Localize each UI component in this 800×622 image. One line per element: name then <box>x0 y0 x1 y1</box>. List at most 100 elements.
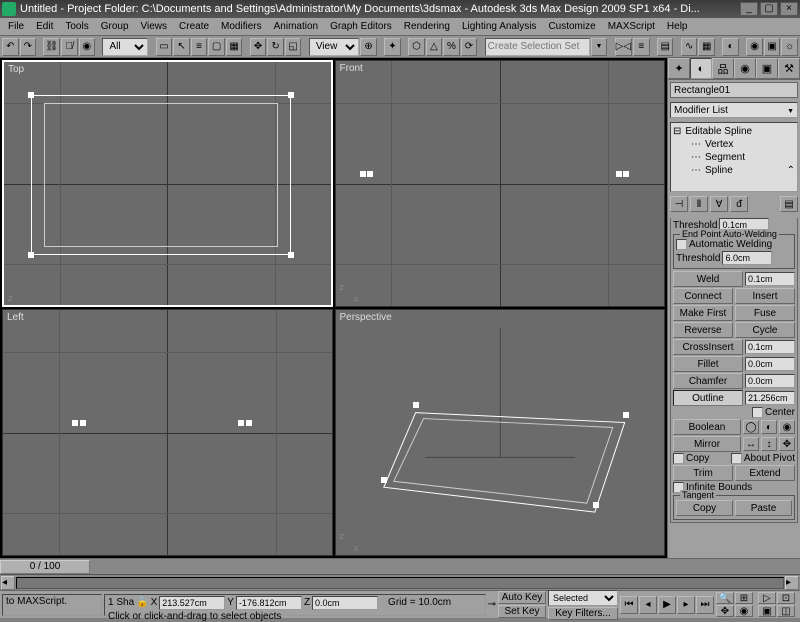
modifier-list-dropdown[interactable]: Modifier List <box>670 102 798 118</box>
mirror-tool-button[interactable]: ▷◁ <box>615 38 632 56</box>
percent-snap-button[interactable]: % <box>443 38 460 56</box>
named-selection-input[interactable] <box>485 38 590 56</box>
tab-motion[interactable]: ◉ <box>734 58 756 79</box>
tab-create[interactable]: ✦ <box>668 58 690 79</box>
fillet-spinner[interactable]: 0.0cm <box>745 357 795 371</box>
viewport-left[interactable]: Left <box>2 309 333 556</box>
mirror-h-icon[interactable]: ↔ <box>743 437 759 451</box>
tangent-paste-button[interactable]: Paste <box>735 500 792 516</box>
weld-button[interactable]: Weld <box>673 271 743 287</box>
configure-button[interactable]: ▤ <box>780 196 798 212</box>
center-checkbox[interactable] <box>752 407 763 418</box>
set-key-button[interactable]: Set Key <box>498 605 546 618</box>
outline-button[interactable]: Outline <box>673 390 743 406</box>
refcoord-dropdown[interactable]: View <box>309 38 359 56</box>
lock-icon[interactable]: 🔒 <box>136 597 148 608</box>
makefirst-button[interactable]: Make First <box>673 305 733 321</box>
rotate-button[interactable]: ↻ <box>267 38 284 56</box>
menu-modifiers[interactable]: Modifiers <box>215 19 268 34</box>
menu-group[interactable]: Group <box>95 19 135 34</box>
menu-maxscript[interactable]: MAXScript <box>602 19 661 34</box>
cross-spinner[interactable]: 0.1cm <box>745 340 795 354</box>
fillet-button[interactable]: Fillet <box>673 356 743 372</box>
layer-dropdown[interactable]: All <box>102 38 148 56</box>
quick-render-button[interactable]: ☼ <box>781 38 798 56</box>
show-result-button[interactable]: Ⅱ <box>690 196 708 212</box>
outline-spinner[interactable]: 21.256cm <box>745 391 795 405</box>
reverse-button[interactable]: Reverse <box>673 322 733 338</box>
unlink-button[interactable]: ⛓̸ <box>61 38 78 56</box>
spinner-snap-button[interactable]: ⟳ <box>461 38 478 56</box>
nav-zoom-button[interactable]: 🔍 <box>716 592 734 604</box>
goto-end-button[interactable]: ⏭ <box>696 596 714 614</box>
copy-checkbox[interactable] <box>673 453 684 464</box>
select-button[interactable]: ▭ <box>156 38 173 56</box>
auto-key-button[interactable]: Auto Key <box>498 591 546 604</box>
center-button[interactable]: ⊕ <box>360 38 377 56</box>
nav-maximize-button[interactable]: ▣ <box>758 605 776 617</box>
nav-fov-button[interactable]: ▷ <box>758 592 776 604</box>
layers-button[interactable]: ▤ <box>657 38 674 56</box>
viewport-perspective[interactable]: Perspective zx <box>335 309 666 556</box>
menu-animation[interactable]: Animation <box>268 19 324 34</box>
bool-union-icon[interactable]: ◯ <box>743 420 759 434</box>
cycle-button[interactable]: Cycle <box>735 322 795 338</box>
move-button[interactable]: ✥ <box>250 38 267 56</box>
schematic-button[interactable]: ▦ <box>698 38 715 56</box>
play-button[interactable]: ▶ <box>658 596 676 614</box>
maximize-button[interactable]: ▢ <box>760 2 778 16</box>
auto-weld-checkbox[interactable] <box>676 239 687 250</box>
byname-button[interactable]: ≡ <box>191 38 208 56</box>
viewport-front[interactable]: Front zx <box>335 60 666 307</box>
key-mode-dropdown[interactable]: Selected <box>548 590 618 606</box>
scale-button[interactable]: ◱ <box>285 38 302 56</box>
modifier-stack[interactable]: ⊟Editable Spline ⋯ Vertex ⋯ Segment ⋯ Sp… <box>670 122 798 192</box>
tab-hierarchy[interactable]: 品 <box>712 58 734 79</box>
material-button[interactable]: ◐ <box>722 38 739 56</box>
manip-button[interactable]: ✦ <box>384 38 401 56</box>
close-button[interactable]: × <box>780 2 798 16</box>
menu-tools[interactable]: Tools <box>59 19 94 34</box>
chamfer-button[interactable]: Chamfer <box>673 373 743 389</box>
mirror-v-icon[interactable]: ↕ <box>761 437 777 451</box>
redo-button[interactable]: ↷ <box>20 38 37 56</box>
link-button[interactable]: ⛓ <box>43 38 60 56</box>
cursor-button[interactable]: ↖ <box>173 38 190 56</box>
menu-help[interactable]: Help <box>661 19 694 34</box>
menu-file[interactable]: File <box>2 19 30 34</box>
weld-spinner[interactable]: 0.1cm <box>745 272 795 286</box>
nav-pan-button[interactable]: ✥ <box>716 605 734 617</box>
nav-orbit-button[interactable]: ◉ <box>735 605 753 617</box>
bool-sub-icon[interactable]: ◐ <box>761 420 777 434</box>
coord-y-input[interactable] <box>236 596 302 610</box>
curve-editor-button[interactable]: ∿ <box>681 38 698 56</box>
mirror-both-icon[interactable]: ✥ <box>779 437 795 451</box>
menu-customize[interactable]: Customize <box>542 19 601 34</box>
menu-edit[interactable]: Edit <box>30 19 59 34</box>
tab-modify[interactable]: ◐ <box>690 58 712 79</box>
time-slider-thumb[interactable]: 0 / 100 <box>0 560 90 574</box>
extend-button[interactable]: Extend <box>735 465 795 481</box>
bool-int-icon[interactable]: ◉ <box>779 420 795 434</box>
undo-button[interactable]: ↶ <box>2 38 19 56</box>
bind-button[interactable]: ◉ <box>79 38 96 56</box>
angle-snap-button[interactable]: △ <box>426 38 443 56</box>
chamfer-spinner[interactable]: 0.0cm <box>745 374 795 388</box>
coord-z-input[interactable] <box>312 596 378 610</box>
crossinsert-button[interactable]: CrossInsert <box>673 339 743 355</box>
window-crossing-button[interactable]: ▦ <box>226 38 243 56</box>
menu-create[interactable]: Create <box>173 19 215 34</box>
tangent-copy-button[interactable]: Copy <box>676 500 733 516</box>
prev-frame-button[interactable]: ◂ <box>639 596 657 614</box>
region-button[interactable]: ▢ <box>208 38 225 56</box>
snap-button[interactable]: ⬡ <box>408 38 425 56</box>
nav-zoomext-button[interactable]: ⊡ <box>777 592 795 604</box>
pin-stack-button[interactable]: ⊣ <box>670 196 688 212</box>
object-name-input[interactable] <box>674 84 800 96</box>
track-left[interactable]: ◂ <box>1 576 15 590</box>
menu-rendering[interactable]: Rendering <box>398 19 456 34</box>
track-bar[interactable]: ◂ ▸ <box>0 574 800 590</box>
menu-grapheditors[interactable]: Graph Editors <box>324 19 398 34</box>
tab-display[interactable]: ▣ <box>756 58 778 79</box>
goto-start-button[interactable]: ⏮ <box>620 596 638 614</box>
